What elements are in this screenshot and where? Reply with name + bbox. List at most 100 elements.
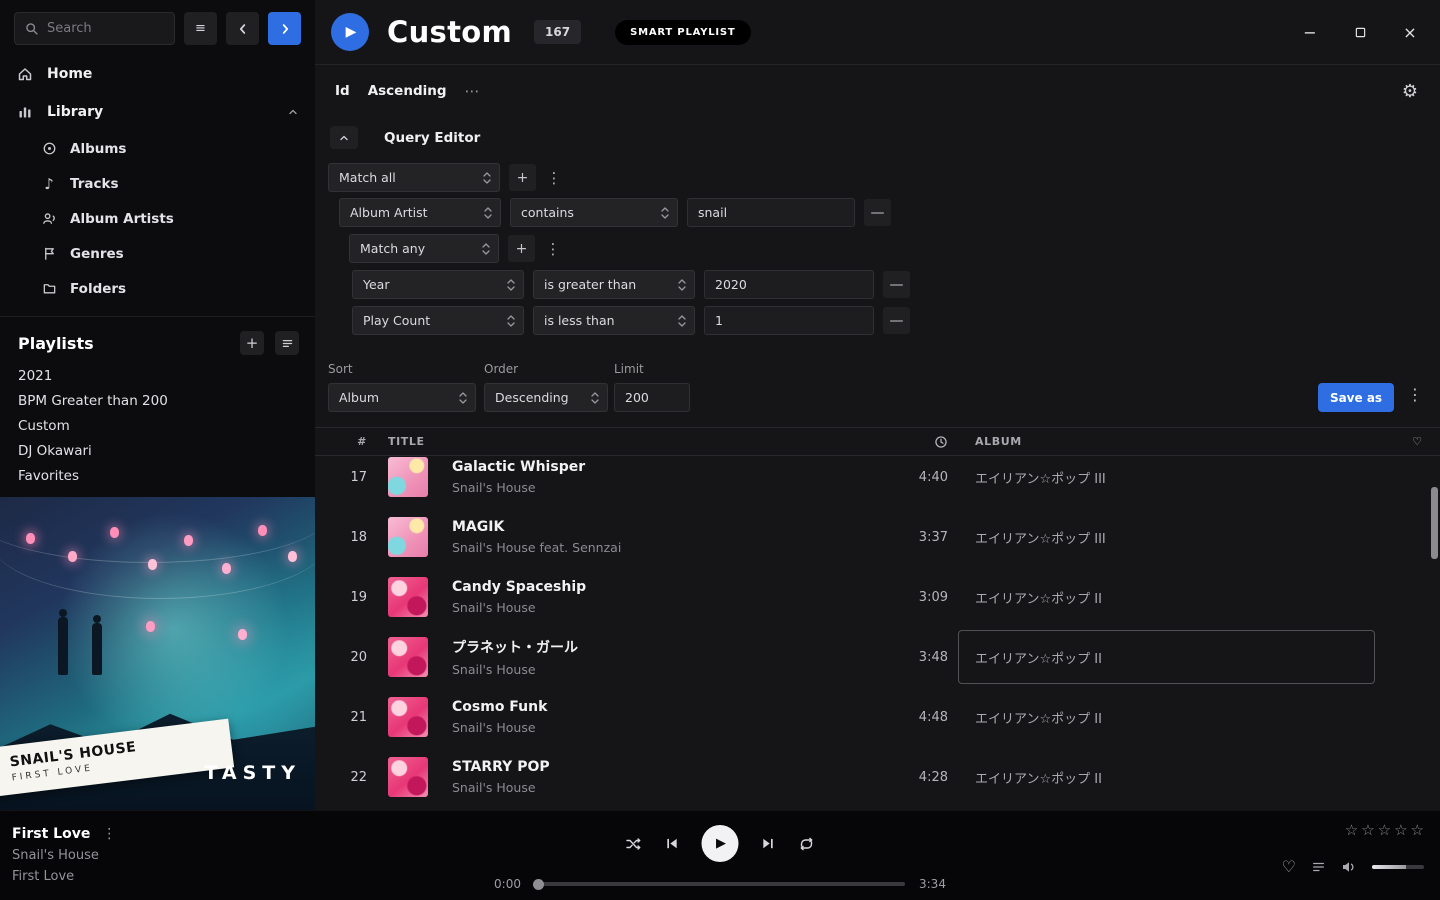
maximize-button[interactable] <box>1352 24 1368 40</box>
limit-input[interactable] <box>614 383 690 412</box>
playlist-item[interactable]: Favorites <box>0 463 315 488</box>
rule-value-input[interactable] <box>687 198 855 227</box>
table-row[interactable]: 19 Candy Spaceship Snail's House 3:09 エイ… <box>315 567 1440 627</box>
table-row[interactable]: 20 プラネット・ガール Snail's House 3:48 エイリアン☆ポッ… <box>315 627 1440 687</box>
match-mode-select[interactable]: Match any <box>349 234 499 263</box>
sidebar-item-tracks[interactable]: ♪ Tracks <box>0 166 315 201</box>
menu-button[interactable]: ≡ <box>184 12 217 45</box>
rule-value-input[interactable] <box>704 306 874 335</box>
album-art-thumbnail <box>388 697 428 737</box>
column-header-duration[interactable] <box>870 435 950 449</box>
sort-direction-button[interactable]: Ascending <box>368 83 447 99</box>
rule-operator-select[interactable]: is greater than <box>533 270 695 299</box>
star-icon[interactable]: ☆ <box>1378 821 1391 839</box>
star-icon[interactable]: ☆ <box>1411 821 1424 839</box>
track-artist: Snail's House <box>452 780 870 795</box>
sidebar-item-label: Albums <box>70 141 126 157</box>
playlist-item[interactable]: DJ Okawari <box>0 438 315 463</box>
collapse-query-editor-button[interactable] <box>330 126 358 149</box>
table-row[interactable]: 22 STARRY POP Snail's House 4:28 エイリアン☆ポ… <box>315 747 1440 807</box>
match-mode-select[interactable]: Match all <box>328 163 500 192</box>
shuffle-icon[interactable] <box>625 836 643 852</box>
table-row[interactable]: 18 MAGIK Snail's House feat. Sennzai 3:3… <box>315 507 1440 567</box>
sidebar-item-folders[interactable]: Folders <box>0 271 315 306</box>
star-icon[interactable]: ☆ <box>1345 821 1358 839</box>
save-as-button[interactable]: Save as <box>1318 383 1394 412</box>
now-playing-artwork[interactable]: SNAIL'S HOUSE FIRST LOVE TASTY <box>0 497 315 810</box>
track-number: 20 <box>315 650 375 665</box>
remove-rule-button[interactable]: — <box>883 307 910 334</box>
play-playlist-button[interactable]: ▶ <box>331 13 369 51</box>
search-input[interactable] <box>47 21 164 36</box>
nav-forward-button[interactable] <box>268 12 301 45</box>
collapse-chevron-up-icon[interactable] <box>287 106 299 118</box>
search-box[interactable] <box>14 12 175 45</box>
rule-value-input[interactable] <box>704 270 874 299</box>
view-controls: Id Ascending ⋯ ⚙ <box>315 76 1440 106</box>
remove-rule-button[interactable]: — <box>864 199 891 226</box>
rule-operator-select[interactable]: is less than <box>533 306 695 335</box>
playlist-list-button[interactable] <box>275 331 299 355</box>
track-table-header: # TITLE ALBUM ♡ <box>315 427 1440 456</box>
playlist-item[interactable]: 2021 <box>0 363 315 388</box>
sidebar-item-label: Tracks <box>70 176 119 192</box>
disc-icon <box>40 141 58 156</box>
sort-field-button[interactable]: Id <box>335 83 350 99</box>
order-select[interactable]: Descending <box>484 383 608 412</box>
track-duration: 3:37 <box>870 530 950 545</box>
group-options-icon[interactable]: ⋮ <box>544 235 562 262</box>
add-rule-button[interactable]: + <box>509 164 536 191</box>
table-row[interactable]: 17 Galactic Whisper Snail's House 4:40 エ… <box>315 456 1440 507</box>
column-header-favorite[interactable]: ♡ <box>1395 435 1440 448</box>
column-header-title[interactable]: TITLE <box>375 435 870 448</box>
query-rule-row: Play Count is less than — <box>352 306 910 335</box>
sidebar-item-label: Genres <box>70 246 124 262</box>
home-icon <box>16 66 34 82</box>
column-header-number[interactable]: # <box>315 435 375 448</box>
rule-field-select[interactable]: Album Artist <box>339 198 501 227</box>
select-value: Album Artist <box>350 205 428 220</box>
playlist-item[interactable]: BPM Greater than 200 <box>0 388 315 413</box>
group-options-icon[interactable]: ⋮ <box>545 164 563 191</box>
playlist-item[interactable]: Custom <box>0 413 315 438</box>
star-icon[interactable]: ☆ <box>1361 821 1374 839</box>
column-header-album[interactable]: ALBUM <box>950 435 1395 448</box>
next-track-icon[interactable] <box>761 836 776 851</box>
seek-bar[interactable] <box>535 882 905 886</box>
add-rule-button[interactable]: + <box>508 235 535 262</box>
nav-back-button[interactable] <box>226 12 259 45</box>
sidebar-item-albums[interactable]: Albums <box>0 131 315 166</box>
star-icon[interactable]: ☆ <box>1394 821 1407 839</box>
select-value: contains <box>521 205 574 220</box>
rule-field-select[interactable]: Year <box>352 270 524 299</box>
settings-gear-icon[interactable]: ⚙ <box>1402 81 1418 102</box>
more-options-icon[interactable]: ⋯ <box>465 82 481 100</box>
minimize-button[interactable]: − <box>1302 24 1318 40</box>
previous-track-icon[interactable] <box>665 836 680 851</box>
seek-handle[interactable] <box>533 879 544 890</box>
repeat-icon[interactable] <box>798 836 816 852</box>
sidebar-item-library[interactable]: Library <box>0 93 315 131</box>
rule-field-select[interactable]: Play Count <box>352 306 524 335</box>
sidebar-item-home[interactable]: Home <box>0 55 315 93</box>
queue-icon[interactable] <box>1311 860 1326 874</box>
sort-select[interactable]: Album <box>328 383 476 412</box>
save-options-icon[interactable]: ⋮ <box>1407 385 1423 404</box>
remove-rule-button[interactable]: — <box>883 271 910 298</box>
favorite-heart-icon[interactable]: ♡ <box>1282 857 1296 876</box>
volume-icon[interactable] <box>1341 860 1357 874</box>
volume-slider[interactable] <box>1372 865 1424 869</box>
track-menu-icon[interactable]: ⋮ <box>102 826 116 842</box>
plus-icon: + <box>246 334 259 352</box>
track-title: Galactic Whisper <box>452 459 870 475</box>
player-right-controls: ♡ <box>1282 857 1424 876</box>
sidebar-item-album-artists[interactable]: Album Artists <box>0 201 315 236</box>
add-playlist-button[interactable]: + <box>240 331 264 355</box>
play-pause-button[interactable]: ▶ <box>702 825 739 862</box>
table-row[interactable]: 21 Cosmo Funk Snail's House 4:48 エイリアン☆ポ… <box>315 687 1440 747</box>
rule-operator-select[interactable]: contains <box>510 198 678 227</box>
sidebar-item-genres[interactable]: Genres <box>0 236 315 271</box>
close-button[interactable]: × <box>1402 24 1418 40</box>
scrollbar-thumb[interactable] <box>1431 487 1438 559</box>
now-playing-info: First Love ⋮ Snail's House First Love <box>12 826 116 884</box>
